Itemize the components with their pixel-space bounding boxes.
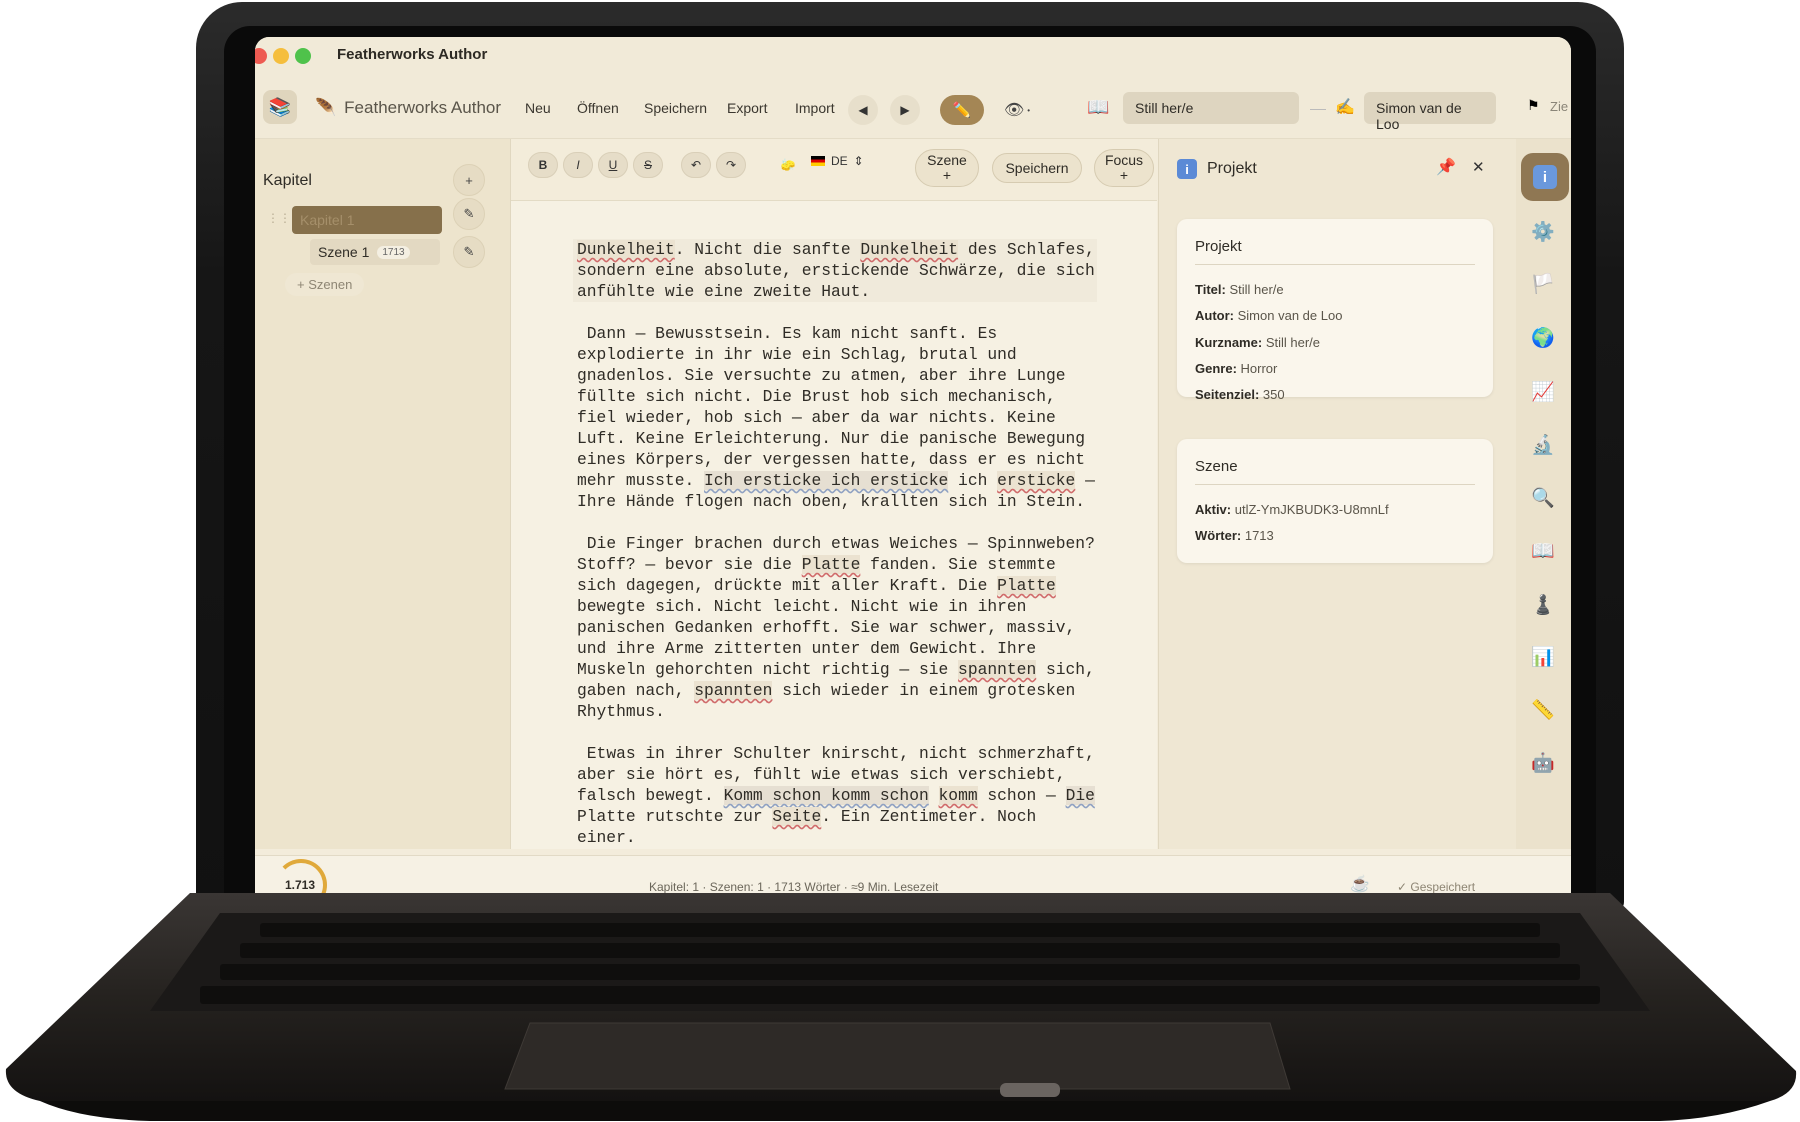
project-title-field: Titel: Still her/e [1195,282,1284,297]
menu-new[interactable]: Neu [525,100,551,116]
feather-icon: 🪶 [315,98,337,117]
strikethrough-button[interactable]: S [633,152,663,178]
add-scene-toolbar-button[interactable]: Szene + [915,149,979,187]
tool-rail: i ⚙️ 🏳️ 🌍 📈 🔬 🔍 📖 ♟️ 📊 📏 🤖 [1516,139,1571,849]
robot-icon[interactable]: 🤖 [1528,748,1558,778]
active-scene-field: Aktiv: utlZ-YmJKBUDK3-U8mnLf [1195,502,1389,517]
book-icon[interactable]: 📖 [1528,536,1558,566]
coffee-icon[interactable]: ☕ [1350,874,1370,893]
close-icon[interactable]: ✕ [1472,158,1485,176]
window-title: Featherworks Author [337,46,488,63]
figure-icon[interactable]: ♟️ [1528,590,1558,620]
edit-chapter-pencil-icon[interactable]: ✎ [453,198,485,230]
scene-label: Szene 1 [318,244,370,260]
status-bar: 1.713 Kapitel: 1 · Szenen: 1 · 1713 Wört… [255,855,1571,893]
panel-title: Projekt [1207,160,1257,177]
pin-icon[interactable]: 📌 [1436,157,1456,177]
laptop-base [0,893,1800,1122]
next-arrow-icon[interactable]: ▶ [890,95,920,125]
project-author-field: Autor: Simon van de Loo [1195,308,1343,323]
scene-words-field: Wörter: 1713 [1195,528,1274,543]
main-toolbar: 📚 🪶 Featherworks Author Neu Öffnen Speic… [255,79,1571,139]
keyboard-deck [5,893,1797,1121]
save-button[interactable]: Speichern [992,153,1082,183]
eraser-icon[interactable]: 🧽 [773,152,803,178]
divider [1310,109,1326,110]
word-total: 1.713 [285,878,316,892]
chapter-sidebar: Kapitel + ⋮⋮ Kapitel 1 ✎ Szene 1 1713 ✎ … [255,139,511,849]
laptop-frame: Featherworks Author 📚 🪶 Featherworks Aut… [0,0,1800,1122]
underline-button[interactable]: U [598,152,628,178]
redo-icon[interactable]: ↷ [716,152,746,178]
write-mode-pencil-icon[interactable]: ✏️ [940,95,984,125]
info-icon[interactable]: i [1521,153,1569,201]
divider [1195,264,1475,265]
info-icon: i [1177,159,1197,179]
german-flag-icon [811,156,825,166]
manuscript-text[interactable]: Dunkelheit. Nicht die sanfte Dunkelheit … [573,239,1097,869]
undo-icon[interactable]: ↶ [681,152,711,178]
italic-button[interactable]: I [563,152,593,178]
paragraph: Die Finger brachen durch etwas Weiches —… [577,534,1095,721]
card-title: Szene [1195,458,1238,475]
menu-import[interactable]: Import [795,100,835,116]
chevron-updown-icon: ⇕ [853,154,864,168]
menu-save[interactable]: Speichern [644,100,707,116]
globe-icon[interactable]: 🌍 [1528,323,1558,353]
minimize-window-button[interactable] [273,48,289,64]
goal-label[interactable]: Zie [1550,99,1568,114]
language-selector[interactable]: DE ⇕ [811,154,864,168]
bold-button[interactable]: B [528,152,558,178]
title-bar: Featherworks Author [255,37,1571,79]
brand-label: Featherworks Author [344,98,502,117]
preview-eye-icon[interactable]: 👁 • [995,95,1039,125]
book-title-field[interactable]: Still her/e [1123,92,1299,124]
previous-arrow-icon[interactable]: ◀ [848,95,878,125]
add-chapter-plus-icon[interactable]: + [453,164,485,196]
menu-export[interactable]: Export [727,100,767,116]
status-summary: Kapitel: 1 · Szenen: 1 · 1713 Wörter · ≈… [649,880,939,893]
focus-button[interactable]: Focus + [1094,149,1154,187]
add-scene-button[interactable]: + Szenen [285,273,365,296]
open-book-icon: 📖 [1087,97,1110,117]
format-toolbar: B I U S ↶ ↷ 🧽 DE ⇕ Szene + Speichern Foc… [511,139,1157,201]
project-panel: i Projekt 📌 ✕ Projekt Titel: Still her/e… [1158,139,1516,849]
panel-header: i Projekt 📌 ✕ [1159,139,1516,199]
microscope-icon[interactable]: 🔬 [1528,430,1558,460]
author-field[interactable]: Simon van de Loo [1364,92,1496,132]
trend-chart-icon[interactable]: 📈 [1528,377,1558,407]
chapters-heading: Kapitel [263,172,312,189]
paragraph: Dann — Bewusstsein. Es kam nicht sanft. … [577,324,1095,511]
scene-card: Szene Aktiv: utlZ-YmJKBUDK3-U8mnLf Wörte… [1177,439,1493,563]
drag-handle-icon[interactable]: ⋮⋮ [267,211,291,225]
paragraph: Etwas in ihrer Schulter knirscht, nicht … [577,744,1095,847]
project-genre-field: Genre: Horror [1195,361,1278,376]
language-label: DE [831,154,848,168]
paragraph: Dunkelheit. Nicht die sanfte Dunkelheit … [573,239,1097,302]
books-logo-icon[interactable]: 📚 [263,90,297,124]
divider [1195,484,1475,485]
close-window-button[interactable] [255,48,267,64]
author-pen-icon: ✍️ [1335,99,1355,116]
save-status: ✓ Gespeichert [1397,880,1476,893]
menu-open[interactable]: Öffnen [577,100,619,116]
brand: 🪶 Featherworks Author [315,98,501,118]
scene-word-count-badge: 1713 [377,245,410,259]
gear-icon[interactable]: ⚙️ [1528,217,1558,247]
zoom-window-button[interactable] [295,48,311,64]
edit-scene-pencil-icon[interactable]: ✎ [453,236,485,268]
project-shortname-field: Kurzname: Still her/e [1195,335,1321,350]
goal-flag-icon: ⚑ [1527,97,1540,113]
flag-icon[interactable]: 🏳️ [1528,269,1558,299]
chapter-item[interactable]: Kapitel 1 [292,206,442,234]
editor-pane: B I U S ↶ ↷ 🧽 DE ⇕ Szene + Speichern Foc… [511,139,1411,849]
app-window: Featherworks Author 📚 🪶 Featherworks Aut… [255,37,1571,893]
project-card: Projekt Titel: Still her/e Autor: Simon … [1177,219,1493,402]
bar-chart-icon[interactable]: 📊 [1528,642,1558,672]
ruler-icon[interactable]: 📏 [1528,695,1558,725]
card-title: Projekt [1195,238,1242,255]
scene-item[interactable]: Szene 1 1713 [310,239,440,265]
project-page-goal-field: Seitenziel: 350 [1195,387,1285,402]
magnifier-icon[interactable]: 🔍 [1528,483,1558,513]
